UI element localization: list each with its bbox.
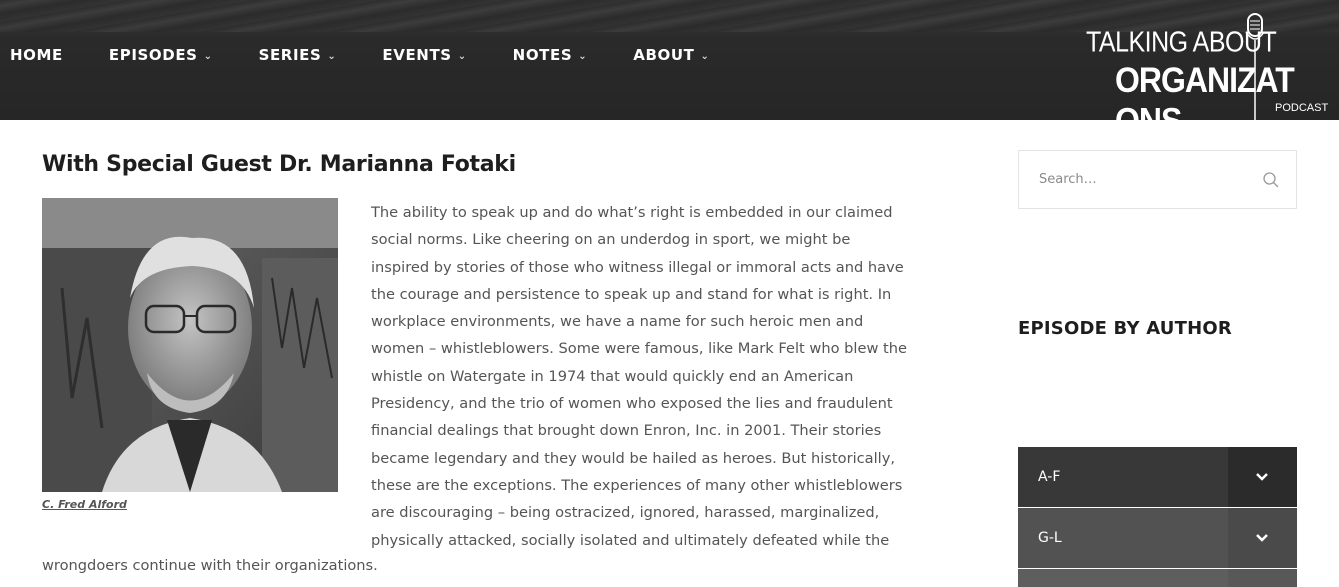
chevron-down-icon xyxy=(1256,473,1268,481)
article-body: The ability to speak up and do what’s ri… xyxy=(371,199,943,554)
chevron-down-icon: ⌄ xyxy=(203,50,213,62)
guest-photo xyxy=(42,198,338,492)
widget-title: EPISODE BY AUTHOR xyxy=(1018,318,1232,339)
nav-item-label: EVENTS xyxy=(382,46,452,64)
nav-item-label: ABOUT xyxy=(633,46,695,64)
logo-line-3: PODCAST xyxy=(1275,102,1329,114)
chevron-down-icon: ⌄ xyxy=(700,50,710,62)
chevron-down-icon: ⌄ xyxy=(327,50,337,62)
body-line: inspired by stories of those who witness… xyxy=(371,258,904,276)
body-line: women – whistleblowers. Some were famous… xyxy=(371,340,907,358)
site-header: HOME EPISODES ⌄ SERIES ⌄ EVENTS ⌄ NOTES ⌄ AB… xyxy=(0,0,1339,120)
nav-item-label: SERIES xyxy=(258,46,322,64)
nav-item-home[interactable]: HOME xyxy=(10,44,63,66)
photo-caption[interactable]: C. Fred Alford xyxy=(42,498,127,511)
nav-item-notes[interactable]: NOTES ⌄ xyxy=(513,44,588,66)
body-line: whistle on Watergate in 1974 that would … xyxy=(371,367,854,385)
search-box xyxy=(1018,150,1297,209)
search-icon[interactable] xyxy=(1262,171,1280,189)
guest-photo-image xyxy=(42,198,338,492)
nav-item-label: HOME xyxy=(10,46,63,64)
body-line: physically attacked, socially isolated a… xyxy=(371,531,890,549)
search-input[interactable] xyxy=(1019,151,1249,208)
chevron-down-icon: ⌄ xyxy=(578,50,588,62)
body-line: Presidency, and the trio of women who ex… xyxy=(371,395,893,413)
nav-item-series[interactable]: SERIES ⌄ xyxy=(259,44,337,66)
main-nav: HOME EPISODES ⌄ SERIES ⌄ EVENTS ⌄ NOTES ⌄ AB… xyxy=(10,44,755,66)
body-line: The ability to speak up and do what’s ri… xyxy=(371,204,893,221)
body-line: these are the exceptions. The experience… xyxy=(371,476,903,494)
accordion-item-a-f[interactable]: A-F xyxy=(1018,447,1297,507)
nav-item-events[interactable]: EVENTS ⌄ xyxy=(382,44,466,66)
accordion-toggle[interactable] xyxy=(1228,508,1297,568)
accordion-toggle[interactable] xyxy=(1228,569,1297,587)
accordion-toggle[interactable] xyxy=(1228,447,1297,507)
microphone-icon xyxy=(1245,13,1265,120)
accordion-label: G-L xyxy=(1018,508,1228,568)
body-line: financial dealings that brought down Enr… xyxy=(371,422,882,440)
body-line: are discouraging – being ostracized, ign… xyxy=(371,504,880,522)
nav-item-label: EPISODES xyxy=(108,46,198,64)
accordion-label: A-F xyxy=(1018,447,1228,507)
nav-item-about[interactable]: ABOUT ⌄ xyxy=(633,44,709,66)
site-logo[interactable]: TALKING ABOUT ORGANIZAT ONS PODCAST xyxy=(1078,12,1328,120)
body-line: workplace environments, we have a name f… xyxy=(371,313,864,331)
chevron-down-icon: ⌄ xyxy=(457,50,467,62)
body-line: became legendary and they would be haile… xyxy=(371,449,895,467)
body-line-last: wrongdoers continue with their organizat… xyxy=(42,557,378,574)
nav-item-label: NOTES xyxy=(512,46,573,64)
chevron-down-icon xyxy=(1256,534,1268,542)
body-line: the courage and persistence to speak up … xyxy=(371,285,892,303)
accordion-label xyxy=(1018,569,1228,587)
accordion-item-next[interactable] xyxy=(1018,569,1297,587)
body-line: social norms. Like cheering on an underd… xyxy=(371,231,851,249)
accordion-item-g-l[interactable]: G-L xyxy=(1018,508,1297,568)
nav-item-episodes[interactable]: EPISODES ⌄ xyxy=(109,44,213,66)
article-title: With Special Guest Dr. Marianna Fotaki xyxy=(42,152,516,177)
